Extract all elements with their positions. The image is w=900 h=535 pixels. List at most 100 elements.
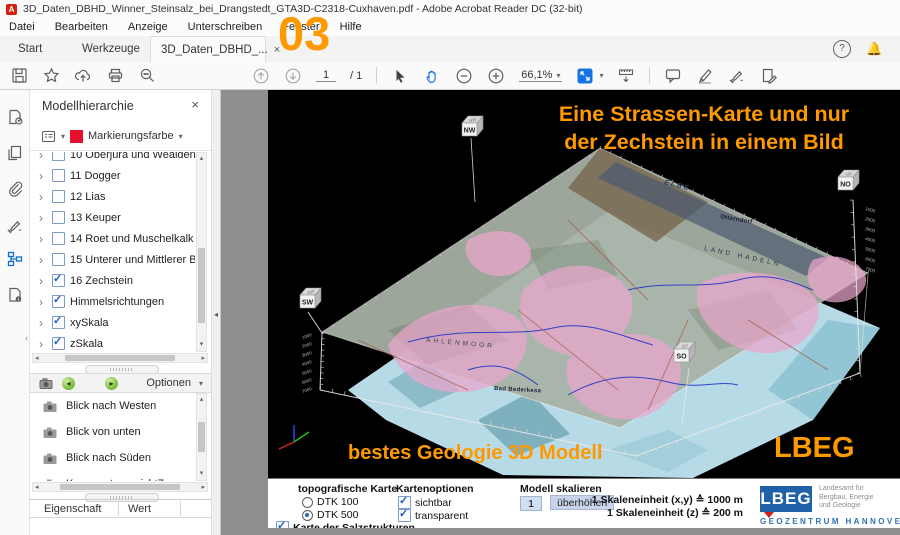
tree-vertical-scrollbar[interactable]: ▴ ▾ xyxy=(196,152,207,352)
sign-pen-icon[interactable] xyxy=(728,67,746,85)
menu-hilfe[interactable]: Hilfe xyxy=(340,21,362,33)
comment-icon[interactable] xyxy=(664,67,682,85)
menu-unterschreiben[interactable]: Unterschreiben xyxy=(188,21,263,33)
tab-start[interactable]: Start xyxy=(8,36,52,62)
expand-chevron-icon[interactable]: › xyxy=(39,255,47,265)
scroll-left-arrow[interactable]: ◂ xyxy=(35,354,39,362)
notifications-bell-icon[interactable]: 🔔 xyxy=(866,41,882,57)
visibility-checkbox[interactable] xyxy=(52,274,65,287)
fit-page-icon[interactable] xyxy=(576,67,594,85)
gutter-collapse-caret[interactable]: ◂ xyxy=(214,310,218,319)
fill-sign-icon[interactable] xyxy=(760,67,778,85)
attachments-paperclip-icon[interactable] xyxy=(6,180,24,198)
model-tree-item[interactable]: › Himmelsrichtungen xyxy=(30,291,164,312)
previous-view-button[interactable]: ◂ xyxy=(62,377,75,390)
radio-dtk500[interactable]: DTK 500 xyxy=(302,509,358,521)
marker-color-swatch[interactable] xyxy=(70,130,83,143)
views-scroll-up-arrow[interactable]: ▴ xyxy=(197,395,206,405)
views-scroll-right-arrow[interactable]: ▸ xyxy=(201,483,205,491)
expand-chevron-icon[interactable]: › xyxy=(39,339,47,349)
transparent-checkbox[interactable]: transparent xyxy=(398,509,468,522)
visibility-checkbox[interactable] xyxy=(52,152,65,161)
zoom-level-select[interactable]: 66,1% ▾ xyxy=(519,69,562,82)
scroll-up-arrow[interactable]: ▴ xyxy=(197,154,206,164)
view-list-item[interactable]: Blick nach Westen xyxy=(30,393,195,419)
orientation-cube-so[interactable]: SOSO xyxy=(674,342,695,362)
select-tool-icon[interactable] xyxy=(391,67,409,85)
model-tree-item[interactable]: › zSkala xyxy=(30,333,103,352)
tree-options-icon[interactable] xyxy=(40,128,56,144)
star-icon[interactable] xyxy=(42,67,60,85)
views-scroll-thumb[interactable] xyxy=(198,422,205,452)
zoom-in-icon[interactable] xyxy=(487,67,505,85)
model-tree-icon-active[interactable] xyxy=(6,250,24,268)
tree-options-caret-icon[interactable]: ▾ xyxy=(61,132,65,141)
visibility-checkbox[interactable] xyxy=(52,190,65,203)
document-properties-icon[interactable] xyxy=(6,286,24,304)
tree-scroll-thumb[interactable] xyxy=(198,248,205,323)
orientation-cube-sw[interactable]: SWSW xyxy=(300,288,321,308)
expand-chevron-icon[interactable]: › xyxy=(39,171,47,181)
signatures-pen-icon[interactable] xyxy=(6,216,24,234)
zoom-out-icon[interactable] xyxy=(455,67,473,85)
panel-collapse-caret[interactable]: ‹ xyxy=(25,333,28,343)
radio-dtk100-control[interactable] xyxy=(302,497,313,508)
model-tree-item[interactable]: › 10 Oberjura und Wealden xyxy=(30,152,195,165)
views-vertical-scrollbar[interactable]: ▴ ▾ xyxy=(196,393,207,481)
export-pdf-icon[interactable] xyxy=(6,108,24,126)
views-options-caret-icon[interactable]: ▾ xyxy=(199,379,203,388)
radio-dtk100[interactable]: DTK 100 xyxy=(302,496,358,508)
views-options-label[interactable]: Optionen xyxy=(146,377,191,389)
view-list-item[interactable]: Kommentaransicht7 xyxy=(30,471,195,481)
scroll-right-arrow[interactable]: ▸ xyxy=(201,354,205,362)
hand-tool-icon[interactable] xyxy=(423,67,441,85)
views-hscroll-thumb[interactable] xyxy=(60,484,180,490)
menu-datei[interactable]: Datei xyxy=(9,21,35,33)
fit-page-caret-icon[interactable]: ▾ xyxy=(599,71,603,80)
expand-chevron-icon[interactable]: › xyxy=(39,276,47,286)
panel-close-icon[interactable]: × xyxy=(191,97,199,112)
visibility-checkbox[interactable] xyxy=(52,232,65,245)
expand-chevron-icon[interactable]: › xyxy=(39,234,47,244)
visibility-checkbox[interactable] xyxy=(52,169,65,182)
menu-anzeige[interactable]: Anzeige xyxy=(128,21,168,33)
expand-chevron-icon[interactable]: › xyxy=(39,297,47,307)
search-icon[interactable] xyxy=(138,67,156,85)
menu-bearbeiten[interactable]: Bearbeiten xyxy=(55,21,108,33)
expand-chevron-icon[interactable]: › xyxy=(39,192,47,202)
views-horizontal-scrollbar[interactable]: ◂ ▸ xyxy=(32,482,208,492)
marker-color-caret-icon[interactable]: ▾ xyxy=(179,132,183,141)
tree-hscroll-thumb[interactable] xyxy=(65,355,175,361)
radio-dtk500-control[interactable] xyxy=(302,510,313,521)
orientation-cube-no[interactable]: NONO xyxy=(838,170,859,190)
model-tree-item[interactable]: › 11 Dogger xyxy=(30,165,121,186)
model-tree-item[interactable]: › xySkala xyxy=(30,312,109,333)
visibility-checkbox[interactable] xyxy=(52,211,65,224)
scroll-down-arrow[interactable]: ▾ xyxy=(197,340,206,350)
3d-model-canvas[interactable]: ELBEOtterndorfLAND HADELNAHLENMOORBad Be… xyxy=(268,90,900,478)
save-icon[interactable] xyxy=(10,67,28,85)
model-tree-item[interactable]: › 15 Unterer und Mittlerer Bur xyxy=(30,249,195,270)
cloud-upload-icon[interactable] xyxy=(74,67,92,85)
panel-resize-gutter[interactable]: ◂ xyxy=(211,90,221,535)
tab-tools[interactable]: Werkzeuge xyxy=(72,36,150,62)
visibility-checkbox[interactable] xyxy=(52,253,65,266)
visibility-checkbox[interactable] xyxy=(52,337,65,350)
highlighter-icon[interactable] xyxy=(696,67,714,85)
visibility-checkbox[interactable] xyxy=(52,316,65,329)
tab-document[interactable]: 3D_Daten_DBHD_... × xyxy=(150,36,266,62)
model-tree-item[interactable]: › 13 Keuper xyxy=(30,207,121,228)
page-number-input[interactable]: 1 xyxy=(316,69,336,82)
expand-chevron-icon[interactable]: › xyxy=(39,318,47,328)
views-scroll-down-arrow[interactable]: ▾ xyxy=(197,469,206,479)
expand-chevron-icon[interactable]: › xyxy=(39,213,47,223)
next-page-icon[interactable] xyxy=(284,67,302,85)
visibility-checkbox[interactable] xyxy=(52,295,65,308)
view-list-item[interactable]: Blick nach Süden xyxy=(30,445,195,471)
scale-value-input[interactable] xyxy=(520,496,542,511)
camera-views-icon[interactable] xyxy=(38,376,54,390)
transparent-checkbox-control[interactable] xyxy=(398,509,411,522)
previous-page-icon[interactable] xyxy=(252,67,270,85)
view-list-item[interactable]: Blick von unten xyxy=(30,419,195,445)
next-view-button[interactable]: ▸ xyxy=(105,377,118,390)
